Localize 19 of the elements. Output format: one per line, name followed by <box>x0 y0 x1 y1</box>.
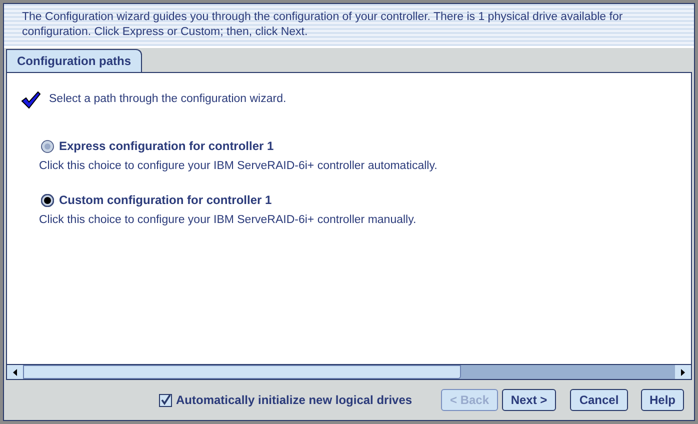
scrollbar-thumb[interactable] <box>23 365 461 379</box>
checkmark-icon <box>21 91 41 109</box>
option-label[interactable]: Custom configuration for controller 1 <box>59 191 272 210</box>
tab[interactable]: Configuration paths <box>6 49 142 72</box>
option-description: Click this choice to configure your IBM ServeRAID-6i+ controller manually. <box>38 213 418 228</box>
instruction-text: Select a path through the configuration wizard. <box>49 92 286 108</box>
intro-text: The Configuration wizard guides you through the configuration of your controller. There is 1 physical drive available for configuration. Click Express or Custom; then, click Next. <box>22 11 623 38</box>
checkbox[interactable] <box>159 394 172 406</box>
radio-button[interactable] <box>41 194 54 207</box>
left-arrow-icon[interactable] <box>13 368 17 376</box>
right-arrow-icon[interactable] <box>681 368 685 376</box>
horizontal-scrollbar[interactable] <box>7 364 691 379</box>
checkbox-label[interactable]: Automatically initialize new logical drives <box>176 391 412 409</box>
wizard-button[interactable]: Next > <box>502 389 556 411</box>
wizard-button[interactable]: Cancel <box>570 389 628 411</box>
option-description: Click this choice to configure your IBM ServeRAID-6i+ controller automatically. <box>38 159 438 174</box>
option-label[interactable]: Express configuration for controller 1 <box>59 137 274 155</box>
wizard-button[interactable]: Help <box>641 389 684 411</box>
radio-button[interactable] <box>41 140 54 152</box>
